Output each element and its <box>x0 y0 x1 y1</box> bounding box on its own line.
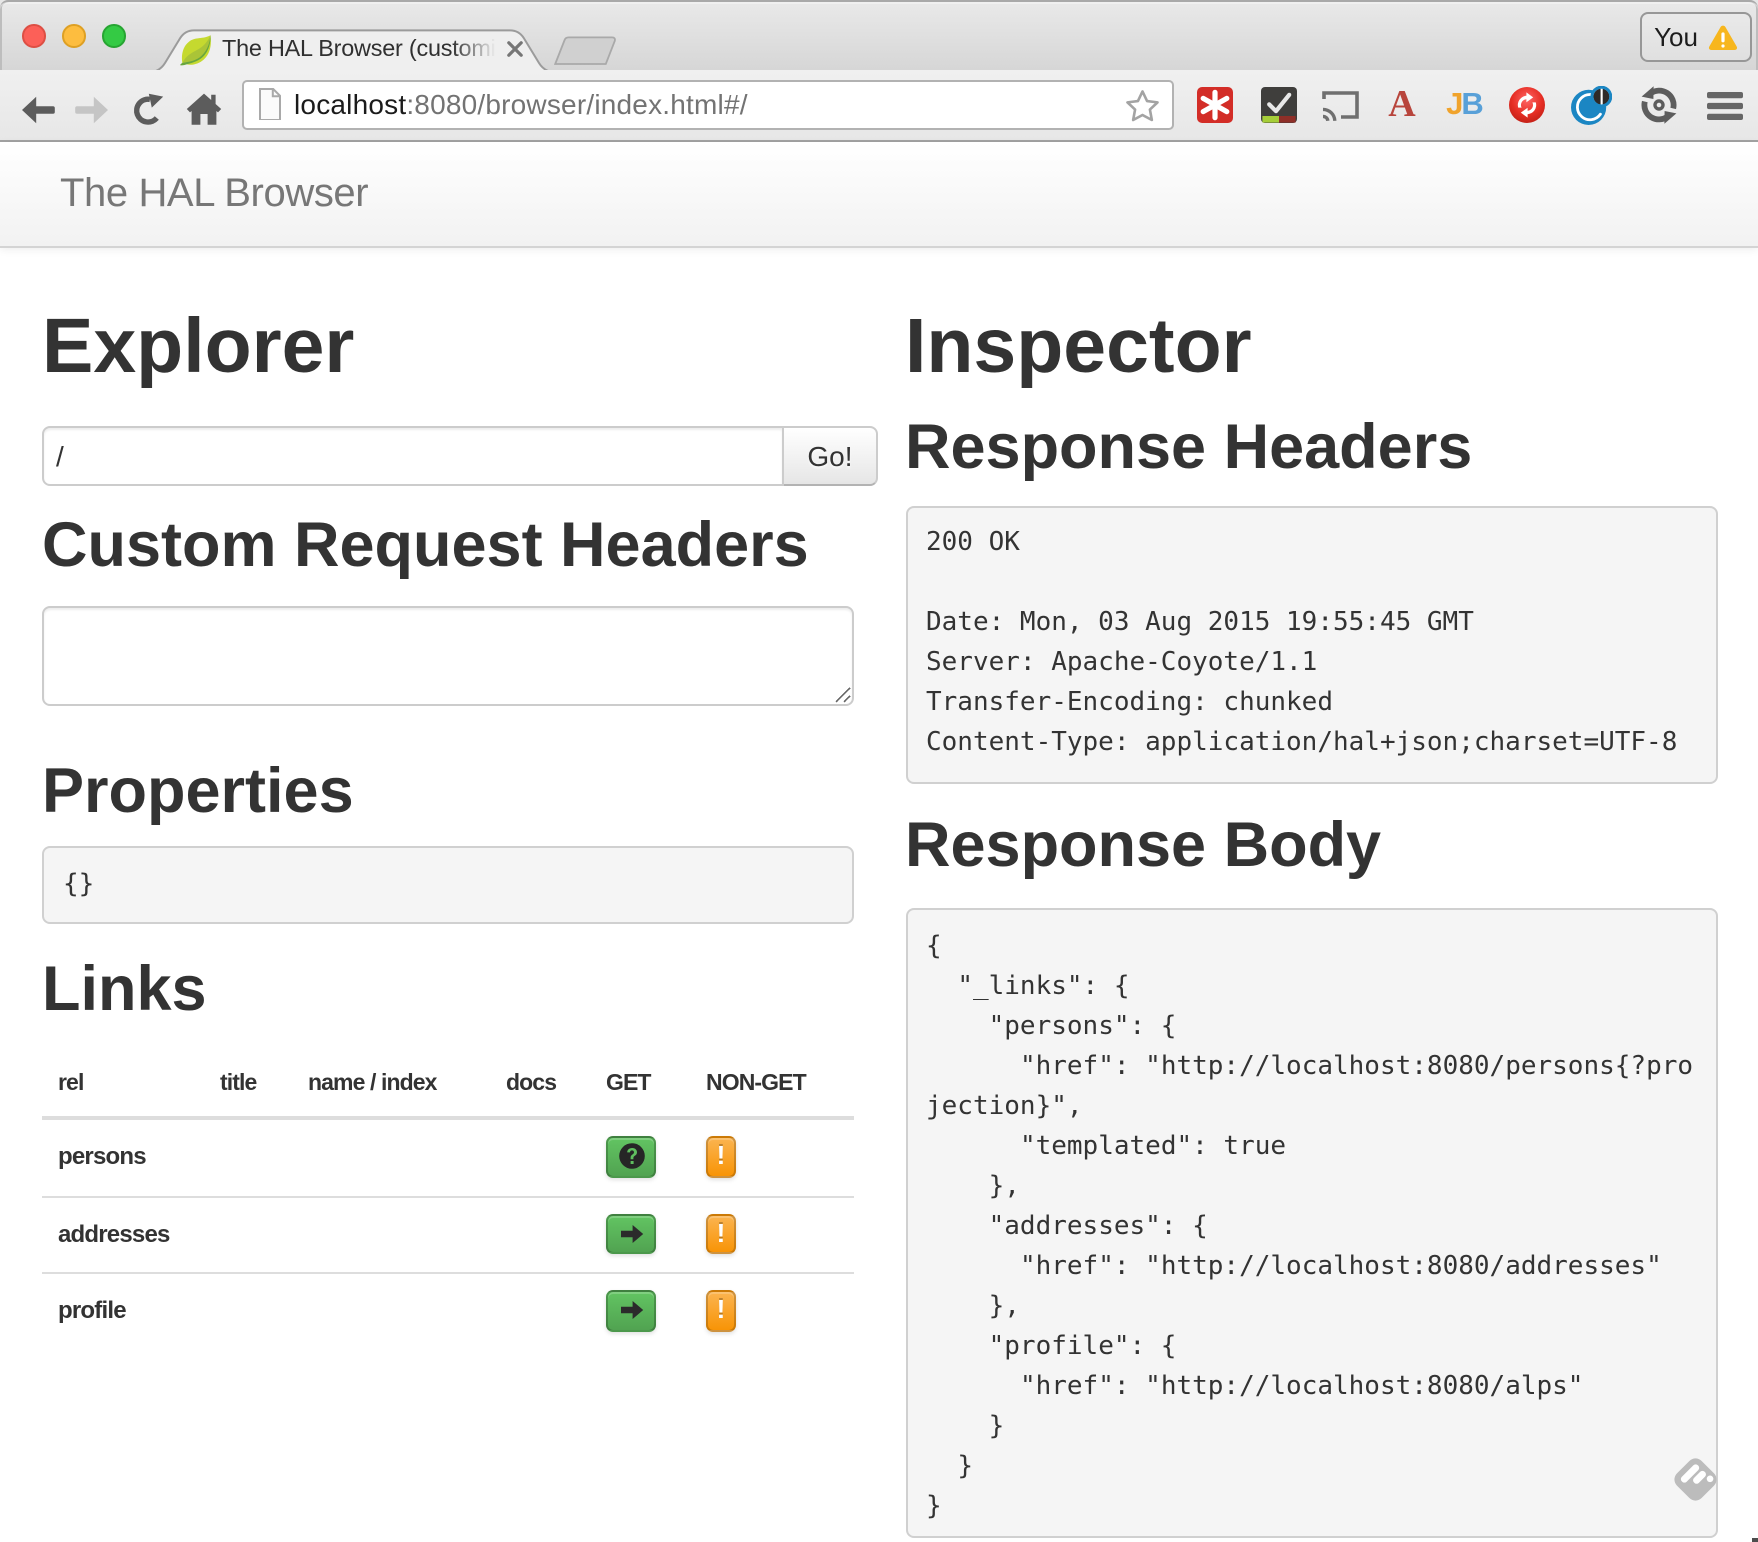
navigation-form: Go! <box>42 426 854 486</box>
go-button[interactable]: Go! <box>782 426 878 486</box>
links-table: rel title name / index docs GET NON-GET … <box>42 1048 854 1349</box>
custom-headers-textarea[interactable] <box>42 606 854 706</box>
extension-lastpass[interactable] <box>1188 70 1240 140</box>
blue-disc-icon <box>1569 85 1611 125</box>
get-button[interactable] <box>606 1290 656 1331</box>
extension-chromecast[interactable] <box>1314 70 1366 140</box>
address-bar[interactable]: localhost:8080/browser/index.html#/ <box>242 79 1174 129</box>
link-row-addresses: addresses ! <box>42 1196 854 1273</box>
col-header-rel: rel <box>42 1048 204 1118</box>
back-icon <box>19 93 57 125</box>
col-header-docs: docs <box>490 1048 590 1118</box>
feedly-icon <box>1672 1455 1719 1502</box>
properties-heading: Properties <box>42 750 854 830</box>
checkmark-app-icon <box>1259 86 1297 124</box>
arrow-right-icon <box>617 1220 645 1248</box>
spring-leaf-favicon <box>180 33 212 65</box>
col-header-get: GET <box>590 1048 690 1118</box>
rel-cell: profile <box>42 1273 204 1349</box>
inspector-heading: Inspector <box>905 308 1717 388</box>
extension-red-sync[interactable] <box>1500 70 1552 140</box>
browser-chrome: The HAL Browser (customi You <box>0 0 1758 142</box>
extension-jb[interactable]: JB <box>1438 70 1490 140</box>
col-header-title: title <box>204 1048 292 1118</box>
exclamation-icon: ! <box>717 1214 725 1254</box>
extension-blue-disc[interactable] <box>1564 70 1616 140</box>
reload-button[interactable] <box>124 74 172 144</box>
red-refresh-icon <box>1507 86 1545 124</box>
nonget-button[interactable]: ! <box>706 1213 735 1254</box>
home-button[interactable] <box>180 74 228 144</box>
exclamation-icon: ! <box>717 1137 725 1177</box>
col-header-nonget: NON-GET <box>690 1048 854 1118</box>
inspector-column: Inspector Response Headers 200 OK Date: … <box>905 288 1717 1537</box>
browser-toolbar: localhost:8080/browser/index.html#/ <box>0 70 1758 142</box>
get-button[interactable] <box>606 1213 656 1254</box>
sync-clock-icon <box>1637 84 1679 126</box>
profile-name: You <box>1654 22 1698 52</box>
custom-request-headers-heading: Custom Request Headers <box>42 503 854 583</box>
arrow-right-icon <box>617 1297 645 1325</box>
nonget-button[interactable]: ! <box>706 1136 735 1177</box>
window-resize-grip <box>1752 1537 1757 1541</box>
tab-content[interactable]: The HAL Browser (customi <box>180 28 532 70</box>
lastpass-icon <box>1195 86 1233 124</box>
response-body-box: { "_links": { "persons": { "href": "http… <box>905 908 1717 1537</box>
explorer-column: Explorer Go! Custom Request Headers Prop… <box>42 288 854 1537</box>
links-heading: Links <box>42 948 854 1028</box>
cast-icon <box>1320 89 1360 121</box>
screen: The HAL Browser (customi You <box>0 0 1758 1542</box>
resource-path-input[interactable] <box>42 426 784 486</box>
response-headers-box: 200 OK Date: Mon, 03 Aug 2015 19:55:45 G… <box>905 505 1717 783</box>
home-icon <box>186 92 222 126</box>
links-header-row: rel title name / index docs GET NON-GET <box>42 1048 854 1118</box>
warning-icon <box>1708 24 1738 51</box>
window-controls <box>22 25 126 49</box>
rel-cell: persons <box>42 1118 204 1196</box>
link-row-profile: profile ! <box>42 1273 854 1349</box>
url-text[interactable]: localhost:8080/browser/index.html#/ <box>294 88 748 120</box>
hal-browser-page: The HAL Browser Explorer Go! Custom Requ… <box>0 142 1758 1542</box>
menu-button[interactable] <box>1698 70 1752 140</box>
reload-icon <box>131 92 165 126</box>
link-row-persons: persons ! <box>42 1118 854 1196</box>
rel-cell: addresses <box>42 1196 204 1273</box>
question-sign-icon <box>617 1143 645 1171</box>
close-window-button[interactable] <box>22 25 46 49</box>
extension-history-sync[interactable] <box>1632 70 1684 140</box>
minimize-window-button[interactable] <box>62 25 86 49</box>
zoom-window-button[interactable] <box>102 25 126 49</box>
forward-button[interactable] <box>68 74 112 144</box>
brand: The HAL Browser <box>60 172 368 218</box>
forward-icon <box>71 93 109 125</box>
tab-strip: The HAL Browser (customi You <box>0 0 1758 70</box>
extension-a[interactable]: A <box>1376 70 1428 140</box>
properties-box: {} <box>42 846 854 924</box>
tab-close-icon[interactable] <box>502 36 528 62</box>
page-icon <box>258 88 282 121</box>
back-button[interactable] <box>16 74 60 144</box>
nonget-button[interactable]: ! <box>706 1290 735 1331</box>
response-headers-heading: Response Headers <box>905 405 1717 485</box>
page-navbar: The HAL Browser <box>0 142 1758 248</box>
new-tab-button[interactable] <box>554 35 622 65</box>
get-button[interactable] <box>606 1136 656 1177</box>
extension-checker[interactable] <box>1252 70 1304 140</box>
explorer-heading: Explorer <box>42 308 854 388</box>
exclamation-icon: ! <box>717 1291 725 1331</box>
profile-button[interactable]: You <box>1640 12 1752 62</box>
response-body-heading: Response Body <box>905 803 1717 883</box>
hamburger-menu-icon <box>1706 89 1744 121</box>
col-header-name-index: name / index <box>292 1048 490 1118</box>
bookmark-star-icon[interactable] <box>1123 87 1160 124</box>
tab-title: The HAL Browser (customi <box>222 36 496 62</box>
jb-icon: JB <box>1446 90 1482 121</box>
red-a-icon: A <box>1388 86 1415 124</box>
feedly-mini-badge[interactable] <box>1672 1455 1719 1502</box>
